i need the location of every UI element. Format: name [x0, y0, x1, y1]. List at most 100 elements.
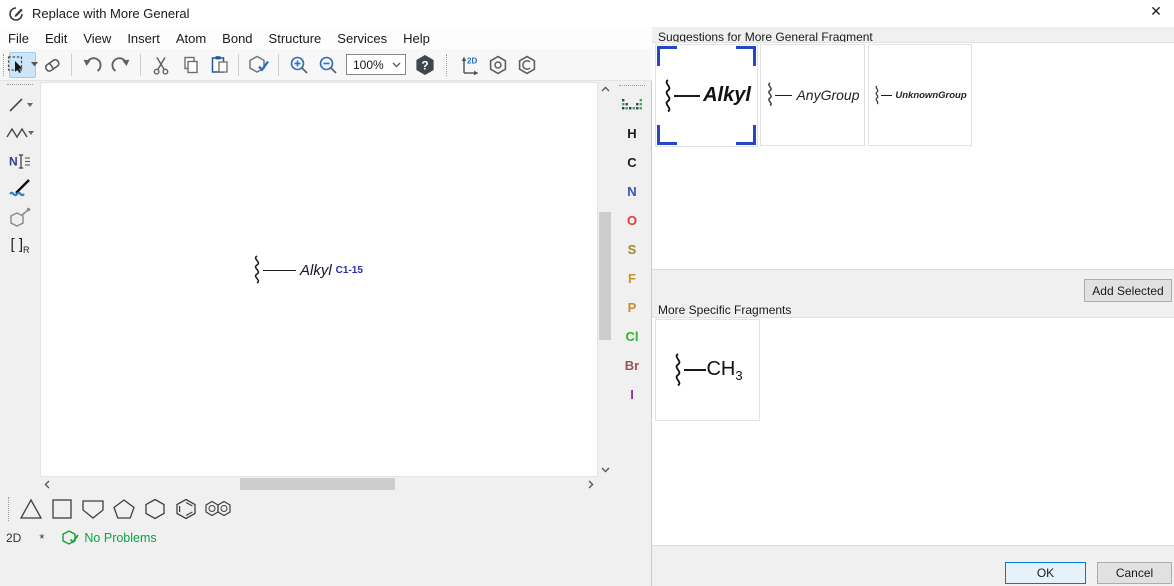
- clean-2d-axes-icon: 2D: [458, 54, 480, 76]
- menu-edit[interactable]: Edit: [37, 28, 75, 49]
- element-Br-button[interactable]: Br: [612, 351, 652, 380]
- horizontal-scroll-thumb[interactable]: [240, 478, 395, 490]
- rgroup-bracket-tool-button[interactable]: [ ]R: [3, 231, 37, 259]
- menu-atom[interactable]: Atom: [168, 28, 214, 49]
- eraser-button[interactable]: [38, 52, 65, 78]
- element-list: H C N O S F P Cl Br I: [612, 119, 652, 409]
- cyclobutane-template-button[interactable]: [46, 495, 77, 523]
- ring-template-bar: [0, 494, 652, 524]
- menu-view[interactable]: View: [75, 28, 119, 49]
- redo-button[interactable]: [107, 52, 134, 78]
- square-ring-icon: [49, 497, 75, 521]
- element-N-button[interactable]: N: [612, 177, 652, 206]
- toolbar-dotted-separator: [446, 54, 447, 76]
- scroll-left-arrow[interactable]: [40, 477, 54, 491]
- select-tool-dropdown-caret: [31, 62, 38, 67]
- paste-button[interactable]: [205, 52, 232, 78]
- naphthalene-template-button[interactable]: [201, 495, 237, 523]
- bond-tool-button[interactable]: [3, 91, 37, 119]
- svg-text:?: ?: [421, 58, 428, 72]
- chain-tool-button[interactable]: [3, 119, 37, 147]
- menu-help[interactable]: Help: [395, 28, 438, 49]
- suggestion-card-anygroup[interactable]: AnyGroup: [760, 44, 865, 146]
- vertical-scroll-thumb[interactable]: [599, 212, 611, 340]
- chain-tool-dropdown-caret: [28, 131, 34, 136]
- canvas-fragment-alkyl[interactable]: Alkyl C1-15: [251, 255, 363, 285]
- scroll-right-arrow[interactable]: [584, 477, 598, 491]
- cyclopentane-down-template-button[interactable]: [77, 495, 108, 523]
- attachment-squiggle-icon: [873, 85, 881, 105]
- cut-button[interactable]: [147, 52, 174, 78]
- benzene-template-button[interactable]: [170, 495, 201, 523]
- zoom-out-button[interactable]: [314, 52, 341, 78]
- sprout-draw-tool-button[interactable]: [3, 175, 37, 203]
- cyclohexane-template-button[interactable]: [139, 495, 170, 523]
- editor-region: File Edit View Insert Atom Bond Structur…: [0, 27, 652, 586]
- drawing-canvas[interactable]: Alkyl C1-15: [40, 82, 598, 477]
- dimension-mode-indicator: 2D: [6, 531, 21, 545]
- periodic-table-icon: [621, 98, 643, 112]
- toolbar-grip[interactable]: [3, 54, 4, 76]
- suggestion-card-alkyl[interactable]: Alkyl: [655, 44, 758, 147]
- add-selected-button[interactable]: Add Selected: [1084, 279, 1172, 302]
- canvas-horizontal-scrollbar[interactable]: [40, 477, 598, 491]
- periodic-table-button[interactable]: [612, 94, 652, 116]
- element-I-button[interactable]: I: [612, 380, 652, 409]
- cyclopentane-template-button[interactable]: [108, 495, 139, 523]
- help-button[interactable]: ?: [411, 52, 438, 78]
- menu-services[interactable]: Services: [329, 28, 395, 49]
- element-C-button[interactable]: C: [612, 148, 652, 177]
- specific-card-ch3[interactable]: CH3: [655, 319, 760, 421]
- fragment-label: UnknownGroup: [895, 90, 966, 101]
- query-template-tool-button[interactable]: [3, 203, 37, 231]
- menu-file[interactable]: File: [0, 28, 37, 49]
- cyclopropane-template-button[interactable]: [15, 495, 46, 523]
- element-P-button[interactable]: P: [612, 293, 652, 322]
- tools-grip[interactable]: [7, 84, 33, 85]
- clean-2d-button[interactable]: 2D: [455, 52, 482, 78]
- zoom-in-button[interactable]: [285, 52, 312, 78]
- hexagon-pin-icon: [8, 206, 32, 228]
- naphthalene-rings-icon: [203, 498, 235, 520]
- element-O-button[interactable]: O: [612, 206, 652, 235]
- atom-text-tool-button[interactable]: N: [3, 147, 37, 175]
- menu-structure[interactable]: Structure: [261, 28, 330, 49]
- specific-fragments-list: CH3: [652, 317, 1174, 546]
- suggestion-card-unknowngroup[interactable]: UnknownGroup: [868, 44, 972, 146]
- benzene-ring-icon: [173, 497, 199, 521]
- eraser-icon: [42, 56, 62, 74]
- undo-button[interactable]: [78, 52, 105, 78]
- zoom-level-select[interactable]: 100%: [346, 54, 406, 75]
- drawing-tools-column: N [ ]R: [0, 81, 40, 491]
- bond-line: [684, 369, 706, 371]
- marquee-select-icon: [7, 55, 29, 75]
- zoom-out-icon: [318, 55, 338, 75]
- check-structure-button[interactable]: [245, 52, 272, 78]
- element-H-button[interactable]: H: [612, 119, 652, 148]
- menu-insert[interactable]: Insert: [119, 28, 168, 49]
- template-ring-button[interactable]: [484, 52, 511, 78]
- cancel-button[interactable]: Cancel: [1097, 562, 1172, 584]
- hexagon-arc-icon: [517, 55, 537, 75]
- scroll-up-arrow[interactable]: [598, 82, 612, 96]
- ok-button[interactable]: OK: [1005, 562, 1086, 584]
- zoom-level-value: 100%: [353, 58, 384, 72]
- ringbar-grip[interactable]: [8, 497, 9, 521]
- close-button[interactable]: ✕: [1144, 3, 1168, 23]
- specific-group-label: More Specific Fragments: [658, 303, 791, 317]
- aromatic-ring-button[interactable]: [513, 52, 540, 78]
- modified-indicator: *: [39, 531, 44, 546]
- titlebar: Replace with More General: [0, 0, 1174, 27]
- select-tool-button[interactable]: [9, 52, 36, 78]
- canvas-vertical-scrollbar[interactable]: [598, 82, 612, 477]
- element-S-button[interactable]: S: [612, 235, 652, 264]
- copy-button[interactable]: [176, 52, 203, 78]
- palette-grip[interactable]: [619, 85, 645, 86]
- combo-chevron-icon: [392, 62, 401, 68]
- fragment-label: CH3: [706, 358, 742, 383]
- element-F-button[interactable]: F: [612, 264, 652, 293]
- element-Cl-button[interactable]: Cl: [612, 322, 652, 351]
- pentagon-down-ring-icon: [80, 497, 106, 521]
- menu-bond[interactable]: Bond: [214, 28, 260, 49]
- scroll-down-arrow[interactable]: [598, 463, 612, 477]
